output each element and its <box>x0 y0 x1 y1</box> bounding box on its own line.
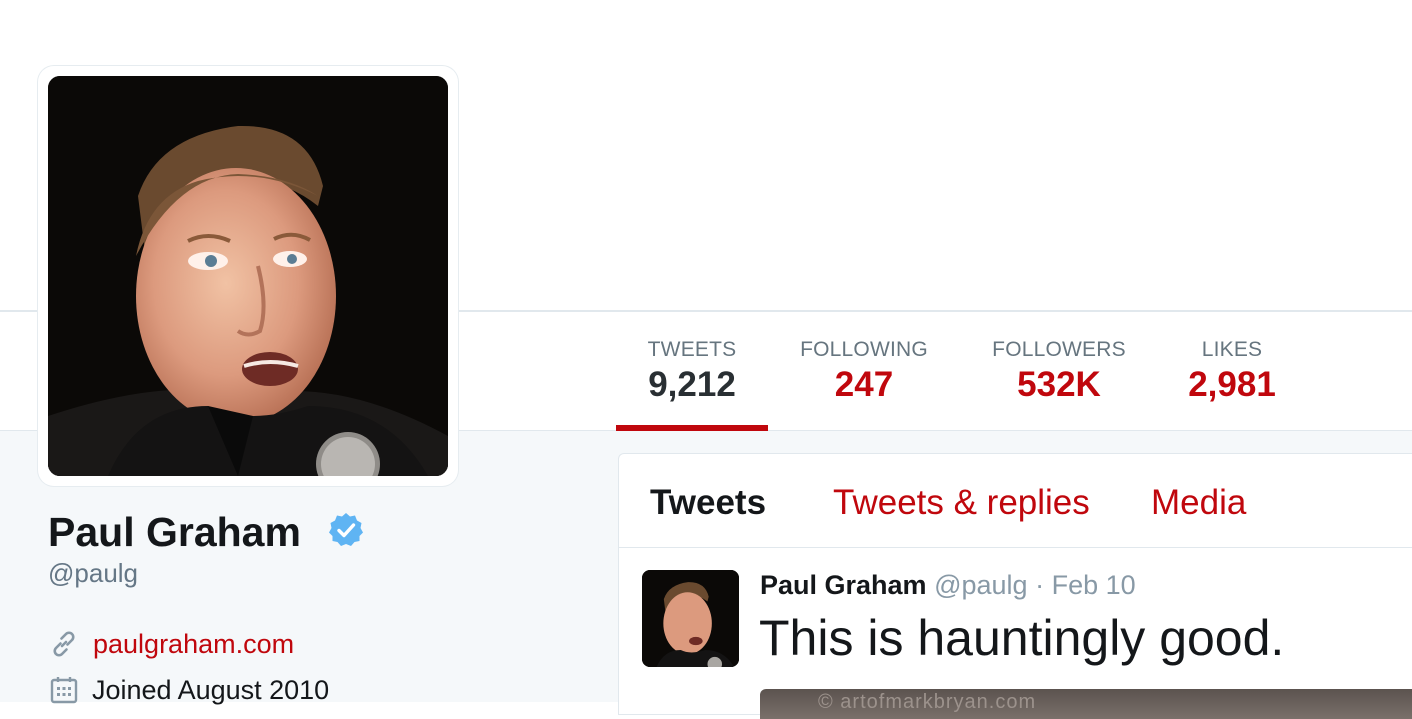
tweet-media-image[interactable]: © artofmarkbryan.com <box>760 689 1412 719</box>
stat-likes-label: LIKES <box>1201 338 1263 361</box>
calendar-icon <box>50 677 78 704</box>
stat-tweets-label: TWEETS <box>647 338 737 361</box>
tweet-avatar[interactable] <box>642 570 739 667</box>
profile-website-link[interactable]: paulgraham.com <box>93 626 294 662</box>
stat-likes-value: 2,981 <box>1188 365 1276 404</box>
tweet-text: This is hauntingly good. <box>759 610 1285 666</box>
stat-following-label: FOLLOWING <box>800 338 928 361</box>
tweet-header: Paul Graham @paulg · Feb 10 <box>760 568 1136 602</box>
verified-badge-icon <box>329 513 363 546</box>
stat-tweets[interactable]: TWEETS 9,212 <box>616 338 768 408</box>
profile-screen-name: @paulg <box>48 558 139 588</box>
avatar-photo <box>48 76 448 476</box>
tweet-author-handle[interactable]: @paulg <box>934 570 1027 600</box>
stat-following-value: 247 <box>834 365 894 404</box>
timeline-panel: Tweets Tweets & replies Media Paul Graha… <box>618 453 1412 719</box>
profile-joined-row: Joined August 2010 <box>48 672 329 708</box>
tweet-author-name[interactable]: Paul Graham <box>760 570 927 600</box>
tweet-timestamp[interactable]: Feb 10 <box>1052 570 1136 600</box>
profile-name: Paul Graham <box>48 509 301 555</box>
tab-media[interactable]: Media <box>1151 483 1246 523</box>
stat-following[interactable]: FOLLOWING 247 <box>788 338 940 408</box>
stat-tweets-value: 9,212 <box>648 365 736 404</box>
media-watermark: © artofmarkbryan.com <box>818 691 1037 713</box>
active-stat-indicator <box>616 425 768 431</box>
tab-tweets-and-replies[interactable]: Tweets & replies <box>833 483 1090 523</box>
profile-avatar[interactable] <box>38 66 458 486</box>
timeline-tabs: Tweets Tweets & replies Media <box>619 454 1412 548</box>
stat-followers-label: FOLLOWERS <box>992 338 1126 361</box>
tweet-separator: · <box>1035 570 1045 600</box>
tab-tweets[interactable]: Tweets <box>650 483 766 523</box>
stat-followers-value: 532K <box>1017 365 1101 404</box>
stat-likes[interactable]: LIKES 2,981 <box>1172 338 1292 408</box>
link-icon <box>53 631 75 657</box>
stat-followers[interactable]: FOLLOWERS 532K <box>977 338 1141 408</box>
profile-joined-date: Joined August 2010 <box>92 675 330 705</box>
profile-website-row: paulgraham.com <box>48 626 294 662</box>
